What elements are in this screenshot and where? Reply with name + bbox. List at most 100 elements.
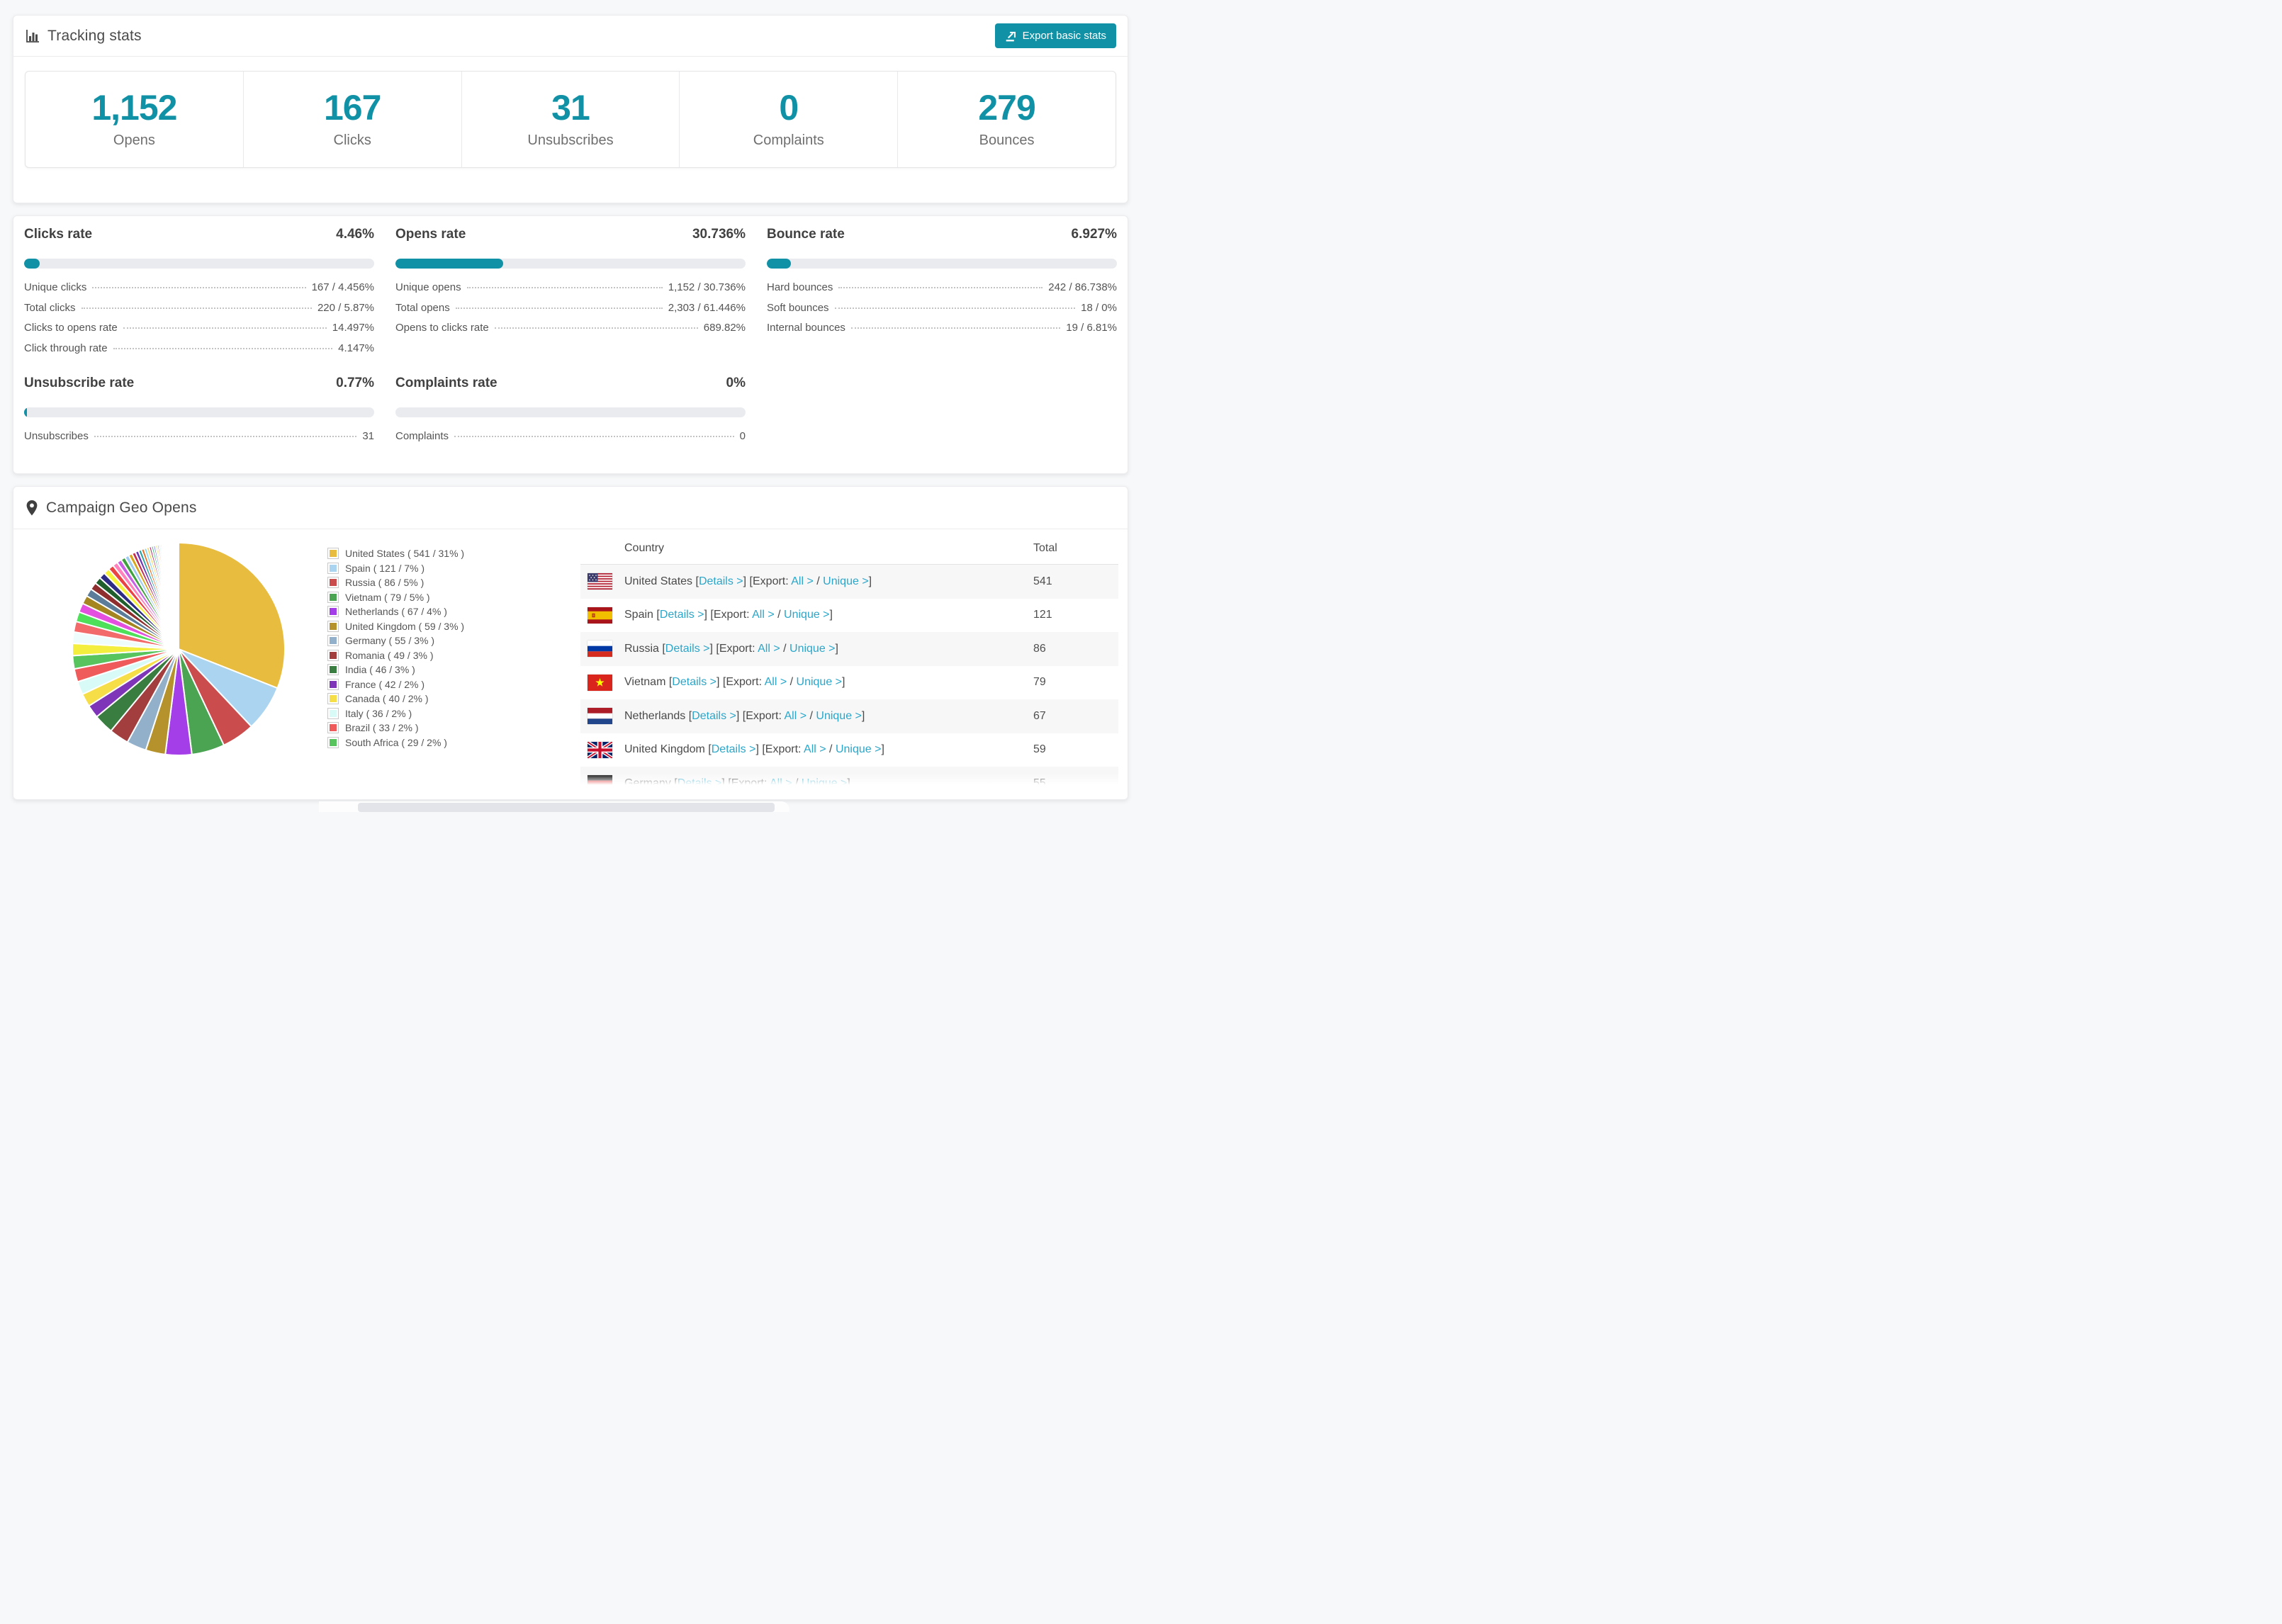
legend-swatch bbox=[327, 591, 339, 603]
dotted-leader bbox=[454, 436, 734, 437]
rate-panel-header: Complaints rate 0% bbox=[395, 375, 746, 392]
total-cell: 67 bbox=[1033, 709, 1046, 722]
export-unique-link[interactable]: Unique > bbox=[784, 609, 830, 621]
export-all-link[interactable]: All > bbox=[765, 676, 787, 688]
export-all-link[interactable]: All > bbox=[758, 643, 780, 655]
dotted-leader bbox=[494, 327, 698, 329]
tracking-stats-page: Tracking stats Export basic stats 1,152 O… bbox=[0, 0, 1141, 812]
details-link[interactable]: Details > bbox=[692, 710, 736, 722]
export-basic-stats-button[interactable]: Export basic stats bbox=[994, 23, 1116, 48]
summary-stat-label: Opens bbox=[113, 132, 155, 148]
horizontal-scrollbar-thumb[interactable] bbox=[358, 803, 775, 812]
summary-stat-label: Unsubscribes bbox=[527, 132, 614, 148]
bar-chart-icon bbox=[25, 28, 40, 44]
metric-list: Unsubscribes 31 bbox=[24, 430, 374, 451]
summary-stat-box: 31 Unsubscribes bbox=[462, 72, 680, 167]
export-all-link[interactable]: All > bbox=[784, 710, 806, 722]
legend-item: United States ( 541 / 31% ) bbox=[327, 546, 464, 561]
metric-value: 1,152 / 30.736% bbox=[668, 281, 746, 293]
legend-swatch-color bbox=[330, 709, 337, 717]
legend-swatch-color bbox=[330, 738, 337, 746]
export-unique-link[interactable]: Unique > bbox=[823, 575, 869, 587]
total-cell: 541 bbox=[1033, 575, 1052, 587]
export-all-link[interactable]: All > bbox=[752, 609, 775, 621]
metric-row: Unsubscribes 31 bbox=[24, 430, 374, 451]
details-link[interactable]: Details > bbox=[660, 609, 704, 621]
metric-row: Click through rate 4.147% bbox=[24, 342, 374, 363]
country-cell: Spain [Details >] [Export: All > / Uniqu… bbox=[624, 609, 833, 621]
metric-row: Clicks to opens rate 14.497% bbox=[24, 322, 374, 342]
legend-swatch bbox=[327, 649, 339, 661]
summary-stat-value: 0 bbox=[779, 88, 799, 128]
legend-label: United States ( 541 / 31% ) bbox=[345, 548, 465, 560]
details-link[interactable]: Details > bbox=[699, 575, 743, 587]
export-unique-link[interactable]: Unique > bbox=[836, 743, 882, 755]
legend-label: Germany ( 55 / 3% ) bbox=[345, 635, 435, 647]
progress-fill bbox=[395, 259, 503, 269]
export-unique-link[interactable]: Unique > bbox=[789, 643, 836, 655]
summary-stat-label: Bounces bbox=[979, 132, 1035, 148]
progress-track bbox=[395, 259, 746, 269]
export-icon bbox=[1005, 30, 1017, 42]
metric-list: Hard bounces 242 / 86.738% Soft bounces 18 … bbox=[767, 281, 1117, 342]
export-unique-link[interactable]: Unique > bbox=[797, 676, 843, 688]
legend-label: South Africa ( 29 / 2% ) bbox=[345, 736, 447, 748]
summary-stats-box: 1,152 Opens 167 Clicks 31 Unsubscribes 0 Compla… bbox=[25, 71, 1116, 168]
export-all-link[interactable]: All > bbox=[804, 743, 826, 755]
geo-section-title: Campaign Geo Opens bbox=[46, 499, 197, 516]
total-column-header: Total bbox=[1033, 541, 1057, 554]
details-link[interactable]: Details > bbox=[712, 743, 756, 755]
metric-label: Internal bounces bbox=[767, 322, 845, 334]
progress-fill bbox=[767, 259, 792, 269]
legend-swatch-color bbox=[330, 680, 337, 688]
metric-value: 14.497% bbox=[332, 322, 374, 334]
legend-item: Romania ( 49 / 3% ) bbox=[327, 648, 464, 663]
rate-panel-value: 0% bbox=[726, 376, 746, 390]
summary-stat-box: 0 Complaints bbox=[680, 72, 899, 167]
rate-panel: Complaints rate 0% Complaints 0 bbox=[395, 365, 746, 451]
metric-label: Clicks to opens rate bbox=[24, 322, 118, 334]
legend-swatch-color bbox=[330, 695, 337, 703]
dotted-leader bbox=[81, 307, 312, 309]
rate-panel-header: Bounce rate 6.927% bbox=[767, 226, 1117, 243]
export-all-link[interactable]: All > bbox=[791, 575, 814, 587]
table-row: Spain [Details >] [Export: All > / Uniqu… bbox=[580, 599, 1118, 633]
legend-label: Spain ( 121 / 7% ) bbox=[345, 562, 425, 574]
metric-value: 4.147% bbox=[338, 342, 374, 354]
export-unique-link[interactable]: Unique > bbox=[816, 710, 862, 722]
legend-swatch bbox=[327, 577, 339, 589]
metric-value: 167 / 4.456% bbox=[311, 281, 374, 293]
table-row: United States [Details >] [Export: All >… bbox=[580, 565, 1118, 599]
legend-item: Brazil ( 33 / 2% ) bbox=[327, 721, 464, 735]
metric-value: 31 bbox=[362, 430, 374, 442]
rate-panel: Unsubscribe rate 0.77% Unsubscribes 31 bbox=[24, 365, 374, 451]
metric-value: 0 bbox=[739, 430, 746, 442]
country-cell: Netherlands [Details >] [Export: All > /… bbox=[624, 709, 865, 722]
metric-value: 689.82% bbox=[703, 322, 746, 334]
flag-column-spacer bbox=[588, 540, 612, 556]
rates-card: Clicks rate 4.46% Unique clicks 167 / 4.456… bbox=[13, 215, 1128, 474]
legend-swatch-color bbox=[330, 666, 337, 674]
country-flag-nl bbox=[588, 708, 612, 725]
table-header-row: Country Total bbox=[580, 532, 1118, 565]
dotted-leader bbox=[850, 327, 1061, 329]
legend-swatch-color bbox=[330, 637, 337, 645]
legend-label: Brazil ( 33 / 2% ) bbox=[345, 722, 419, 734]
export-button-label: Export basic stats bbox=[1022, 30, 1106, 42]
metric-label: Unsubscribes bbox=[24, 430, 89, 442]
details-link[interactable]: Details > bbox=[665, 643, 710, 655]
rate-panel-header: Opens rate 30.736% bbox=[395, 226, 746, 243]
legend-swatch bbox=[327, 548, 339, 560]
country-flag-us bbox=[588, 573, 612, 590]
progress-track bbox=[24, 407, 374, 417]
rate-panel-title: Bounce rate bbox=[767, 227, 845, 242]
legend-label: United Kingdom ( 59 / 3% ) bbox=[345, 620, 465, 632]
legend-label: Vietnam ( 79 / 5% ) bbox=[345, 591, 430, 603]
details-link[interactable]: Details > bbox=[672, 676, 716, 688]
summary-stat-box: 279 Bounces bbox=[898, 72, 1115, 167]
metric-label: Complaints bbox=[395, 430, 449, 442]
dotted-leader bbox=[834, 307, 1076, 309]
legend-swatch-color bbox=[330, 593, 337, 601]
summary-stat-value: 1,152 bbox=[91, 88, 177, 128]
legend-label: Romania ( 49 / 3% ) bbox=[345, 649, 434, 661]
